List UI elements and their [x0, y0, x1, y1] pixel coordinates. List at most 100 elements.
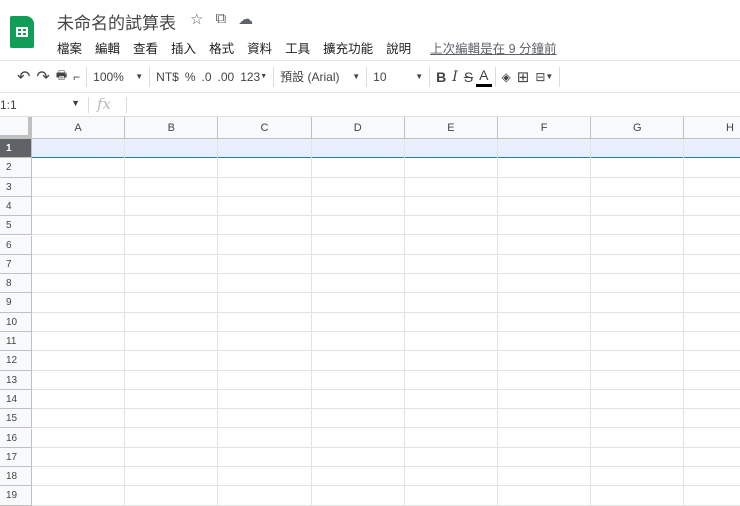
- row-header[interactable]: 18: [0, 467, 32, 487]
- column-header[interactable]: G: [591, 117, 685, 139]
- menu-item[interactable]: 格式: [209, 38, 234, 57]
- paint-format-icon[interactable]: ⌐: [70, 65, 83, 89]
- grid-row[interactable]: [32, 429, 740, 448]
- row-header[interactable]: 2: [0, 158, 32, 178]
- more-formats-label: 123: [240, 69, 261, 84]
- text-color-button[interactable]: A: [476, 67, 492, 87]
- row-header[interactable]: 8: [0, 274, 32, 294]
- grid-row[interactable]: [32, 139, 740, 159]
- row-header[interactable]: 15: [0, 409, 32, 429]
- font-value: 預設 (Arial): [280, 70, 340, 84]
- column-gridline: [403, 139, 405, 506]
- grid-row[interactable]: [32, 197, 740, 217]
- row-header[interactable]: 16: [0, 428, 32, 448]
- grid-row[interactable]: [32, 448, 740, 468]
- borders-icon[interactable]: ⊞: [514, 65, 533, 89]
- menu-item[interactable]: 插入: [171, 38, 196, 57]
- print-icon[interactable]: 🖶: [53, 65, 70, 89]
- undo-icon[interactable]: ↶: [14, 65, 33, 89]
- percent-button[interactable]: %: [182, 65, 199, 89]
- grid-row[interactable]: [32, 351, 740, 371]
- name-box-value: 1:1: [0, 98, 17, 112]
- menu-item[interactable]: 說明: [386, 38, 411, 57]
- column-header[interactable]: D: [311, 117, 405, 139]
- grid-row[interactable]: [32, 486, 740, 506]
- menu-item[interactable]: 檔案: [57, 38, 82, 57]
- column-gridline: [497, 139, 498, 506]
- last-edit-link[interactable]: 上次編輯是在 9 分鐘前: [430, 38, 556, 57]
- currency-button[interactable]: NT$: [153, 65, 182, 89]
- grid-row[interactable]: [32, 332, 740, 352]
- row-header[interactable]: 1: [0, 139, 32, 159]
- chevron-down-icon: ▼: [352, 72, 361, 81]
- row-header[interactable]: 6: [0, 235, 32, 255]
- row-header[interactable]: 9: [0, 293, 32, 313]
- merge-cells-icon[interactable]: ⊟ ▼: [532, 65, 556, 89]
- toolbar: ↶ ↷ 🖶 ⌐ 100% ▼ NT$ % .0 .00 123 ▼ 預設 (Aria…: [0, 60, 740, 93]
- column-gridline: [590, 139, 592, 506]
- grid-row[interactable]: [32, 293, 740, 313]
- document-title[interactable]: 未命名的試算表: [57, 9, 176, 34]
- chevron-down-icon: ▼: [71, 98, 80, 108]
- font-size-value: 10: [373, 69, 387, 84]
- row-header[interactable]: 7: [0, 254, 32, 275]
- formula-bar: 1:1 ▼ fx: [0, 94, 740, 117]
- star-icon[interactable]: ☆: [190, 10, 203, 28]
- name-box[interactable]: 1:1 ▼: [0, 98, 82, 112]
- row-header[interactable]: 5: [0, 216, 32, 236]
- row-header[interactable]: 11: [0, 332, 32, 352]
- fill-color-icon[interactable]: ◈: [499, 65, 514, 89]
- font-select[interactable]: 預設 (Arial) ▼: [277, 65, 363, 89]
- row-header[interactable]: 13: [0, 370, 32, 390]
- font-size-select[interactable]: 10 ▼: [370, 65, 426, 89]
- chevron-down-icon: ▼: [415, 72, 424, 81]
- bold-button[interactable]: B: [433, 65, 449, 89]
- grid-row[interactable]: [32, 371, 740, 390]
- grid-row[interactable]: [32, 216, 740, 236]
- chevron-down-icon: ▼: [135, 72, 144, 81]
- grid-row[interactable]: [32, 390, 740, 410]
- grid-row[interactable]: [32, 255, 740, 275]
- column-header[interactable]: F: [498, 117, 592, 139]
- select-all-corner[interactable]: [0, 117, 32, 139]
- grid-row[interactable]: [32, 313, 740, 332]
- grid-row[interactable]: [32, 409, 740, 429]
- row-header[interactable]: 17: [0, 447, 32, 468]
- column-gridline: [217, 139, 219, 506]
- italic-button[interactable]: I: [449, 65, 461, 89]
- row-header[interactable]: 10: [0, 312, 32, 332]
- increase-decimal-button[interactable]: .00: [215, 65, 238, 89]
- chevron-down-icon: ▼: [260, 73, 268, 80]
- grid-row[interactable]: [32, 158, 740, 178]
- column-header[interactable]: A: [32, 117, 126, 139]
- menu-item[interactable]: 工具: [285, 38, 310, 57]
- strikethrough-button[interactable]: S: [461, 65, 476, 89]
- menu-bar: 檔案 編輯 查看 插入 格式 資料 工具 擴充功能 說明 上次編輯是在 9 分鐘前: [57, 38, 557, 57]
- decrease-decimal-button[interactable]: .0: [199, 65, 215, 89]
- cloud-status-icon[interactable]: ☁: [238, 10, 253, 28]
- menu-item[interactable]: 擴充功能: [323, 38, 373, 57]
- menu-item[interactable]: 資料: [247, 38, 272, 57]
- zoom-select[interactable]: 100% ▼: [90, 65, 146, 89]
- menu-item[interactable]: 查看: [133, 38, 158, 57]
- column-header[interactable]: B: [125, 117, 219, 139]
- column-header[interactable]: E: [404, 117, 498, 139]
- move-to-folder-icon[interactable]: ⧉: [215, 10, 226, 28]
- grid-row[interactable]: [32, 467, 740, 487]
- row-header[interactable]: 3: [0, 177, 32, 197]
- grid-row[interactable]: [32, 178, 740, 197]
- column-header[interactable]: H: [684, 117, 740, 139]
- row-header[interactable]: 12: [0, 351, 32, 371]
- column-header[interactable]: C: [218, 117, 312, 139]
- fx-icon: fx: [97, 95, 112, 113]
- menu-item[interactable]: 編輯: [95, 38, 120, 57]
- row-header[interactable]: 4: [0, 196, 32, 217]
- redo-icon[interactable]: ↷: [33, 65, 52, 89]
- row-header[interactable]: 14: [0, 389, 32, 410]
- more-formats-button[interactable]: 123 ▼: [237, 65, 270, 89]
- column-gridline: [310, 139, 312, 506]
- sheets-logo[interactable]: [10, 16, 34, 48]
- row-header[interactable]: 19: [0, 486, 32, 506]
- grid-row[interactable]: [32, 274, 740, 294]
- grid-row[interactable]: [32, 236, 740, 255]
